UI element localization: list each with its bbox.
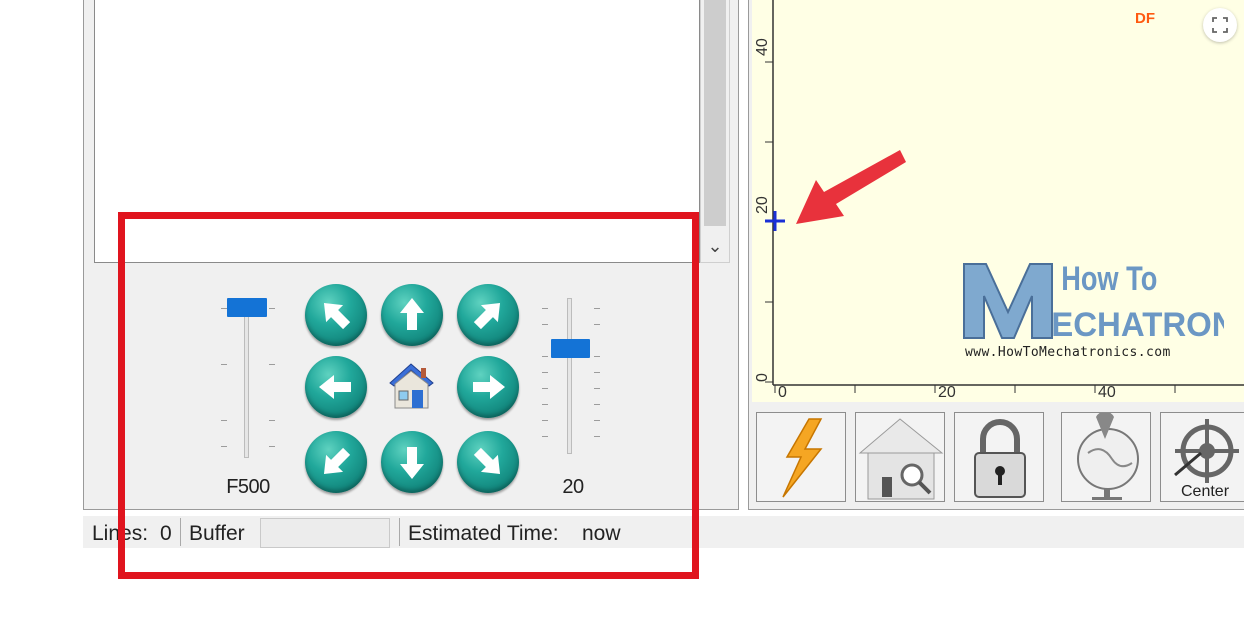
center-helm-icon (1174, 419, 1239, 483)
x-tick-label: 20 (938, 384, 956, 401)
scroll-down-icon[interactable]: ⌄ (702, 232, 728, 260)
reset-button[interactable] (756, 412, 846, 502)
machine-position-marker (764, 210, 786, 232)
scrollbar-thumb[interactable] (704, 0, 726, 226)
set-origin-button[interactable] (1061, 411, 1151, 502)
logo-line1: How To (1061, 259, 1157, 298)
center-button[interactable]: Center (1160, 412, 1244, 502)
lightning-icon (782, 418, 823, 498)
globe-pin-icon (1077, 411, 1139, 500)
df-badge: DF (1135, 10, 1155, 27)
home-zoom-icon (858, 418, 944, 500)
padlock-icon (974, 419, 1026, 498)
y-tick-label: 40 (754, 38, 771, 56)
return-home-button[interactable] (855, 412, 945, 502)
highlight-box (118, 212, 699, 579)
x-tick-label: 0 (778, 384, 787, 401)
logo-line2: ECHATRONICS (1051, 307, 1224, 342)
watermark-url: www.HowToMechatronics.com (965, 345, 1171, 360)
x-tick-label: 40 (1098, 384, 1116, 401)
center-label: Center (1181, 483, 1230, 500)
y-tick-label: 0 (754, 373, 771, 382)
howtomechatronics-logo: How To ECHATRONICS (962, 256, 1244, 344)
expand-icon[interactable] (1203, 8, 1237, 42)
lock-button[interactable] (954, 412, 1044, 502)
annotation-arrow-icon (792, 146, 908, 230)
